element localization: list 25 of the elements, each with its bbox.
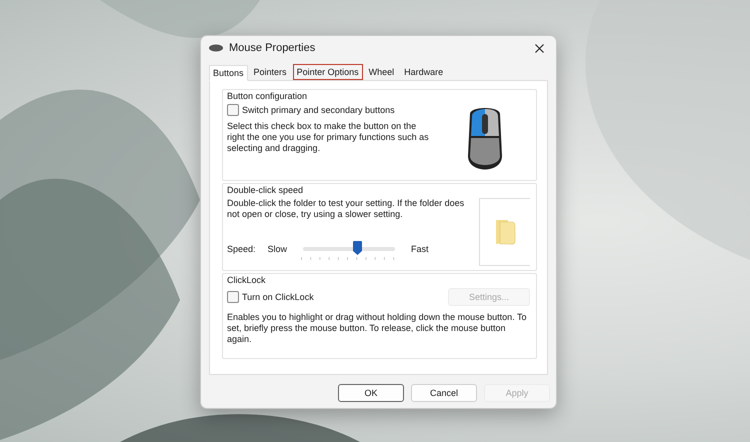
tab[interactable]: Wheel [364, 64, 398, 80]
dialog-button[interactable]: OK [338, 384, 404, 402]
description-text: Enables you to highlight or drag without holding down the mouse button. To set, briefly press the mouse button. To release, click the mouse button again. [227, 312, 528, 344]
description-text: Double-click the folder to test your setting. If the folder does not open or close, try using a slower setting. [227, 198, 466, 220]
tab[interactable]: Pointer Options [292, 64, 363, 80]
group-title: Button configuration [227, 90, 308, 101]
checkbox[interactable] [227, 104, 239, 116]
close-icon [535, 44, 544, 53]
dialog-button[interactable]: Cancel [411, 384, 477, 402]
checkbox-label[interactable]: Switch primary and secondary buttons [242, 105, 395, 115]
tab[interactable]: Hardware [400, 64, 448, 80]
description-text: Select this check box to make the button on the right the one you use for primary functions such as selecting and dragging. [227, 121, 430, 154]
folder-icon [494, 218, 516, 246]
window-title: Mouse Properties [229, 42, 316, 54]
slider-thumb[interactable] [353, 240, 362, 255]
checkbox-label[interactable]: Turn on ClickLock [242, 292, 314, 302]
group-title: ClickLock [227, 274, 267, 285]
speed-label: Speed: [227, 244, 256, 254]
fast-label: Fast [411, 244, 429, 254]
tab[interactable]: Buttons [209, 65, 248, 81]
slow-label: Slow [268, 244, 288, 254]
group-title: Double-click speed [227, 184, 304, 195]
mouse-icon [209, 44, 223, 52]
tab[interactable]: Pointers [250, 64, 291, 80]
checkbox[interactable] [227, 291, 239, 303]
